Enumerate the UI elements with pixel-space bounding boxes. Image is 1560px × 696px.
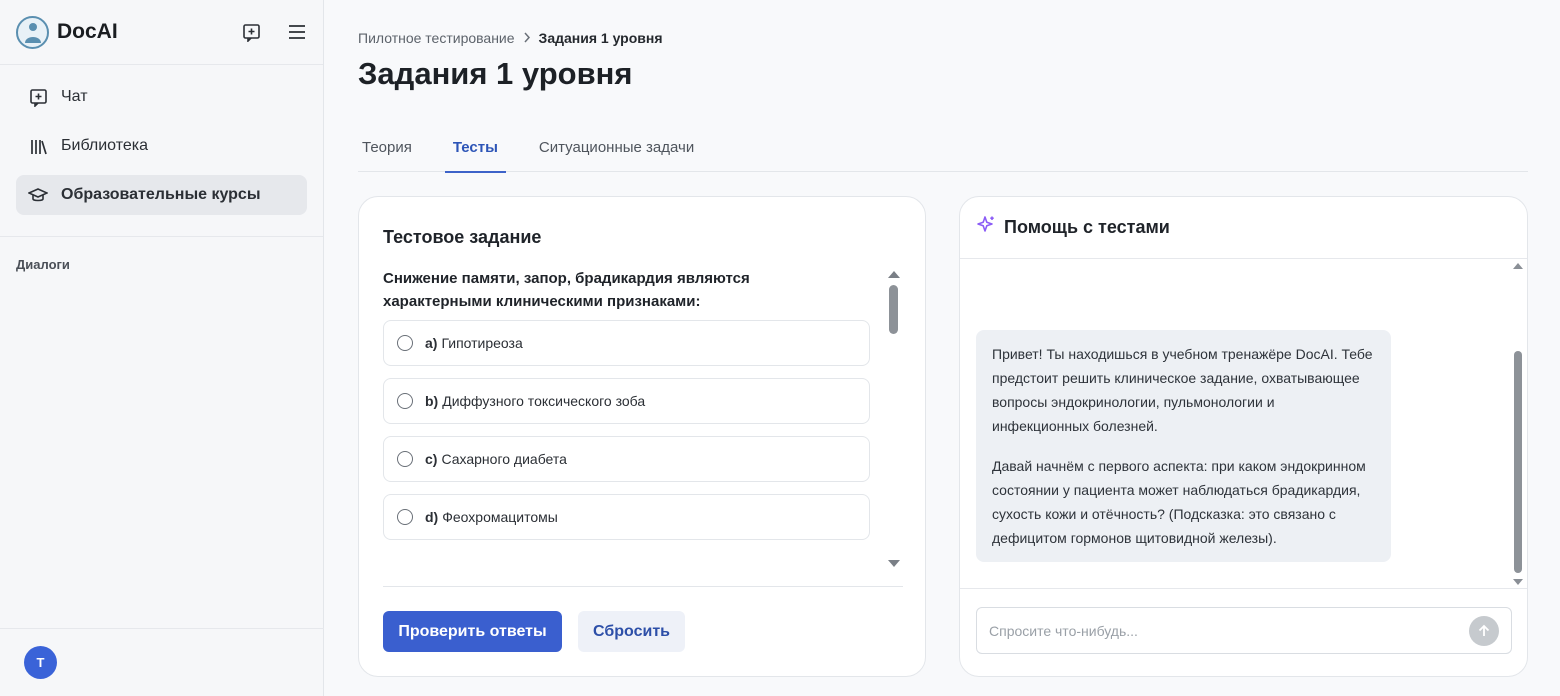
- scroll-down-icon[interactable]: [1513, 579, 1523, 585]
- test-card: Тестовое задание Снижение памяти, запор,…: [358, 196, 926, 677]
- tab-tests[interactable]: Тесты: [444, 122, 506, 173]
- tab-case-studies[interactable]: Ситуационные задачи: [535, 122, 698, 172]
- dialogs-heading: Диалоги: [16, 257, 70, 272]
- sidebar-header: DocAI: [0, 0, 323, 65]
- reset-button[interactable]: Сбросить: [578, 611, 685, 652]
- sidebar-item-label: Образовательные курсы: [61, 186, 261, 203]
- option-text: Сахарного диабета: [441, 451, 567, 467]
- graduation-cap-icon: [28, 185, 48, 205]
- docai-logo[interactable]: [16, 15, 49, 49]
- sidebar-item-label: Чат: [61, 88, 88, 105]
- scroll-down-icon[interactable]: [888, 560, 900, 567]
- help-card: Помощь с тестами Привет! Ты находишься в…: [959, 196, 1528, 677]
- arrow-up-icon: [1478, 624, 1490, 636]
- chat-scrollbar[interactable]: [1513, 263, 1525, 585]
- radio-button[interactable]: [397, 451, 413, 467]
- radio-button[interactable]: [397, 509, 413, 525]
- answer-option-c[interactable]: c) Сахарного диабета: [383, 436, 870, 482]
- option-letter: c): [425, 451, 438, 467]
- chat-input[interactable]: [989, 622, 1469, 639]
- help-header: Помощь с тестами: [960, 197, 1527, 259]
- chat-messages: Привет! Ты находишься в учебном тренажёр…: [960, 259, 1527, 589]
- question-scrollbar[interactable]: [887, 271, 901, 567]
- scroll-thumb[interactable]: [889, 285, 898, 334]
- option-letter: a): [425, 335, 438, 351]
- sidebar-item-chat[interactable]: Чат: [16, 77, 307, 117]
- user-avatar[interactable]: T: [24, 646, 57, 679]
- send-button[interactable]: [1469, 615, 1499, 646]
- breadcrumb: Пилотное тестирование Задания 1 уровня: [358, 30, 663, 46]
- tab-theory[interactable]: Теория: [358, 122, 416, 172]
- answer-option-d[interactable]: d) Феохромацитомы: [383, 494, 870, 540]
- sidebar-item-library[interactable]: Библиотека: [16, 126, 307, 166]
- answer-option-a[interactable]: a) Гипотиреоза: [383, 320, 870, 366]
- sidebar-item-label: Библиотека: [61, 137, 148, 154]
- option-text: Гипотиреоза: [441, 335, 523, 351]
- option-letter: d): [425, 509, 439, 525]
- question-text: Снижение памяти, запор, брадикардия явля…: [383, 270, 750, 310]
- scroll-up-icon[interactable]: [1513, 263, 1523, 269]
- option-text: Диффузного токсического зоба: [442, 393, 646, 409]
- menu-icon[interactable]: [287, 22, 307, 42]
- message-paragraph: Давай начнём с первого аспекта: при како…: [992, 458, 1366, 546]
- chat-input-box: [976, 607, 1512, 654]
- test-title: Тестовое задание: [383, 227, 542, 247]
- help-title: Помощь с тестами: [1004, 217, 1170, 237]
- option-letter: b): [425, 393, 439, 409]
- assistant-message: Привет! Ты находишься в учебном тренажёр…: [976, 330, 1391, 562]
- main-content: Пилотное тестирование Задания 1 уровня З…: [358, 0, 1528, 696]
- radio-button[interactable]: [397, 335, 413, 351]
- app-name: DocAI: [57, 20, 118, 43]
- page-title: Задания 1 уровня: [358, 56, 633, 91]
- answer-option-b[interactable]: b) Диффузного токсического зоба: [383, 378, 870, 424]
- new-chat-icon[interactable]: [241, 22, 261, 42]
- check-answers-button[interactable]: Проверить ответы: [383, 611, 562, 652]
- sidebar-footer: T: [0, 628, 324, 696]
- chat-plus-icon: [28, 87, 48, 107]
- answer-options: a) Гипотиреоза b) Диффузного токсическог…: [383, 320, 870, 552]
- scroll-thumb[interactable]: [1514, 351, 1522, 573]
- tabs: Теория Тесты Ситуационные задачи: [358, 122, 1528, 173]
- chevron-right-icon: [523, 30, 531, 46]
- sidebar: DocAI Чат Библиотека Образовательные кур…: [0, 0, 324, 696]
- scroll-up-icon[interactable]: [888, 271, 900, 278]
- breadcrumb-current: Задания 1 уровня: [538, 30, 663, 46]
- message-paragraph: Привет! Ты находишься в учебном тренажёр…: [992, 346, 1373, 434]
- sidebar-nav: Чат Библиотека Образовательные курсы: [0, 65, 323, 237]
- sparkle-icon: [976, 215, 996, 240]
- option-text: Феохромацитомы: [442, 509, 558, 525]
- sidebar-item-courses[interactable]: Образовательные курсы: [16, 175, 307, 215]
- library-icon: [28, 136, 48, 156]
- breadcrumb-parent[interactable]: Пилотное тестирование: [358, 30, 515, 46]
- divider: [383, 586, 903, 587]
- radio-button[interactable]: [397, 393, 413, 409]
